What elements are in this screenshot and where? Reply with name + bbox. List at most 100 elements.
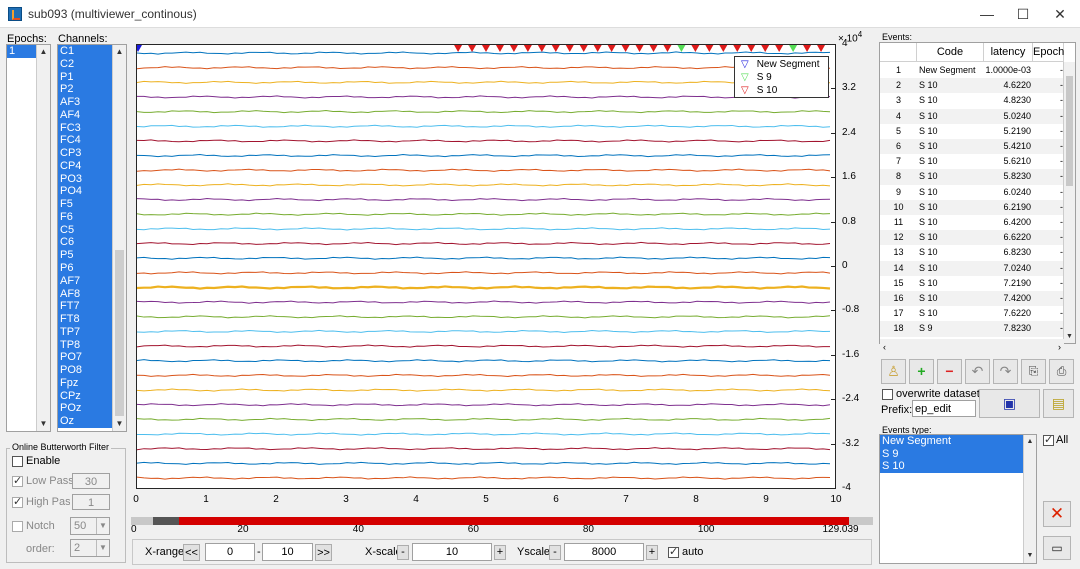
table-row[interactable]: 12 S 10 6.6220- xyxy=(880,230,1064,246)
events-type-scrollbar[interactable]: ▲ ▼ xyxy=(1023,435,1036,563)
xrange-end-input[interactable]: 10 xyxy=(262,543,313,561)
event-marker[interactable] xyxy=(454,45,463,52)
row-latency[interactable]: 5.6210 xyxy=(984,154,1031,169)
scroll-down-icon[interactable]: ▼ xyxy=(1024,549,1036,563)
row-code[interactable]: S 9 xyxy=(919,321,933,336)
channel-item[interactable]: CPz xyxy=(58,389,112,403)
row-latency[interactable]: 6.6220 xyxy=(984,230,1031,245)
event-marker[interactable] xyxy=(817,45,826,52)
next-button[interactable]: >> xyxy=(315,544,332,561)
table-row[interactable]: 10 S 10 6.2190- xyxy=(880,199,1064,215)
row-latency[interactable]: 5.4210 xyxy=(984,139,1031,154)
row-latency[interactable]: 5.2190 xyxy=(984,124,1031,139)
channel-item[interactable]: C6 xyxy=(58,236,112,250)
scroll-up-icon[interactable]: ▲ xyxy=(37,45,50,59)
scroll-up-icon[interactable]: ▲ xyxy=(1024,435,1036,449)
channel-item[interactable]: Fpz xyxy=(58,376,112,390)
close-button[interactable]: ✕ xyxy=(1040,4,1080,24)
event-marker[interactable] xyxy=(677,45,686,52)
row-latency[interactable]: 7.4200 xyxy=(984,291,1031,306)
channel-item[interactable]: FC3 xyxy=(58,121,112,135)
table-header[interactable]: Epoch xyxy=(1033,43,1064,62)
channel-item[interactable]: P2 xyxy=(58,83,112,97)
channel-item[interactable]: POz xyxy=(58,402,112,416)
xscale-plus-button[interactable]: + xyxy=(494,545,506,560)
redo-icon[interactable]: ↷ xyxy=(993,359,1018,384)
table-header[interactable]: Code xyxy=(917,43,984,62)
row-latency[interactable]: 7.6220 xyxy=(984,306,1031,321)
table-header[interactable]: latency xyxy=(984,43,1033,62)
row-code[interactable]: S 10 xyxy=(919,169,938,184)
table-row[interactable]: 8S 10 5.8230- xyxy=(880,169,1064,185)
scroll-up-icon[interactable]: ▲ xyxy=(113,45,126,59)
channel-item[interactable]: F6 xyxy=(58,210,112,224)
channels-listbox[interactable]: C1 C2 P1 P2 AF3 AF4 FC3 FC4 CP3 CP4 PO3 PO4 F5 F6 C5 C6… xyxy=(57,44,127,432)
add-event-button[interactable]: + xyxy=(909,359,934,384)
events-table[interactable]: Code latency Epoch 1 New Segment 1.0000e-03-… xyxy=(879,42,1076,344)
channel-item[interactable]: PO4 xyxy=(58,185,112,199)
epochs-scrollbar[interactable]: ▲ ▼ xyxy=(36,45,50,431)
channel-item[interactable]: C2 xyxy=(58,57,112,71)
channel-item[interactable]: AF3 xyxy=(58,96,112,109)
table-row[interactable]: 5S 10 5.2190- xyxy=(880,123,1064,139)
remove-event-button[interactable]: − xyxy=(937,359,962,384)
row-code[interactable]: New Segment xyxy=(919,63,976,78)
table-row[interactable]: 17 S 10 7.6220- xyxy=(880,306,1064,322)
channel-item[interactable]: CP4 xyxy=(58,159,112,173)
channel-item[interactable]: PO3 xyxy=(58,172,112,186)
event-marker[interactable] xyxy=(649,45,658,52)
auto-checkbox[interactable] xyxy=(668,545,679,558)
channel-item[interactable]: AF4 xyxy=(58,108,112,122)
table-row[interactable]: 9S 10 6.0240- xyxy=(880,184,1064,200)
table-row[interactable]: 4S 10 5.0240- xyxy=(880,108,1064,124)
low-pass-input[interactable]: 30 xyxy=(72,473,110,489)
event-marker[interactable] xyxy=(621,45,630,52)
delete-icon[interactable]: ✕ xyxy=(1043,501,1071,527)
open-folder-icon[interactable]: ▤ xyxy=(1043,389,1074,418)
event-marker[interactable] xyxy=(509,45,518,52)
event-marker[interactable] xyxy=(803,45,812,52)
row-latency[interactable]: 7.0240 xyxy=(984,261,1031,276)
channel-item[interactable]: TP7 xyxy=(58,325,112,339)
epoch-item[interactable]: 1 xyxy=(7,45,37,58)
channel-item[interactable]: TP8 xyxy=(58,338,112,352)
table-row[interactable]: 6S 10 5.4210- xyxy=(880,139,1064,155)
event-type-item[interactable]: New Segment xyxy=(880,435,1024,448)
event-marker[interactable] xyxy=(663,45,672,52)
scroll-down-icon[interactable]: ▼ xyxy=(1064,330,1075,343)
scroll-thumb[interactable] xyxy=(115,250,124,416)
scroll-down-icon[interactable]: ▼ xyxy=(113,417,126,431)
scroll-down-icon[interactable]: ▼ xyxy=(37,417,50,431)
events-type-listbox[interactable]: New Segment S 9S 10 ▲ ▼ xyxy=(879,434,1037,564)
timeline-thumb[interactable] xyxy=(153,517,180,525)
channel-item[interactable]: FC4 xyxy=(58,134,112,148)
row-latency[interactable]: 6.8230 xyxy=(984,245,1031,260)
event-marker[interactable] xyxy=(733,45,742,52)
table-row[interactable]: 7S 10 5.6210- xyxy=(880,154,1064,170)
scroll-thumb[interactable] xyxy=(1066,76,1073,186)
table-row[interactable]: 13 S 10 6.8230- xyxy=(880,245,1064,261)
event-marker[interactable] xyxy=(761,45,770,52)
event-marker[interactable] xyxy=(565,45,574,52)
event-marker[interactable] xyxy=(593,45,602,52)
channel-item[interactable]: P1 xyxy=(58,70,112,84)
stamp-icon[interactable]: ♙ xyxy=(881,359,906,384)
row-latency[interactable]: 5.0240 xyxy=(984,109,1031,124)
xscale-minus-button[interactable]: - xyxy=(397,545,409,560)
row-code[interactable]: S 10 xyxy=(919,261,938,276)
yscale-input[interactable]: 8000 xyxy=(564,543,644,561)
high-pass-checkbox[interactable] xyxy=(12,495,23,508)
channel-item[interactable]: CP3 xyxy=(58,147,112,160)
channel-item[interactable]: PO8 xyxy=(58,364,112,377)
epochs-listbox[interactable]: 1 ▲ ▼ xyxy=(6,44,51,432)
channels-scrollbar[interactable]: ▲ ▼ xyxy=(112,45,126,431)
low-pass-checkbox[interactable] xyxy=(12,474,23,487)
prefix-input[interactable]: ep_edit xyxy=(912,400,976,417)
minimize-button[interactable]: — xyxy=(967,4,1007,24)
eeg-plot[interactable]: ▽ New Segment ▽ S 9 ▽ S 10 xyxy=(136,44,836,489)
row-latency[interactable]: 4.8230 xyxy=(984,93,1031,108)
event-marker[interactable] xyxy=(495,45,504,52)
event-marker[interactable] xyxy=(607,45,616,52)
row-code[interactable]: S 10 xyxy=(919,276,938,291)
channel-item[interactable]: Oz xyxy=(58,415,112,428)
